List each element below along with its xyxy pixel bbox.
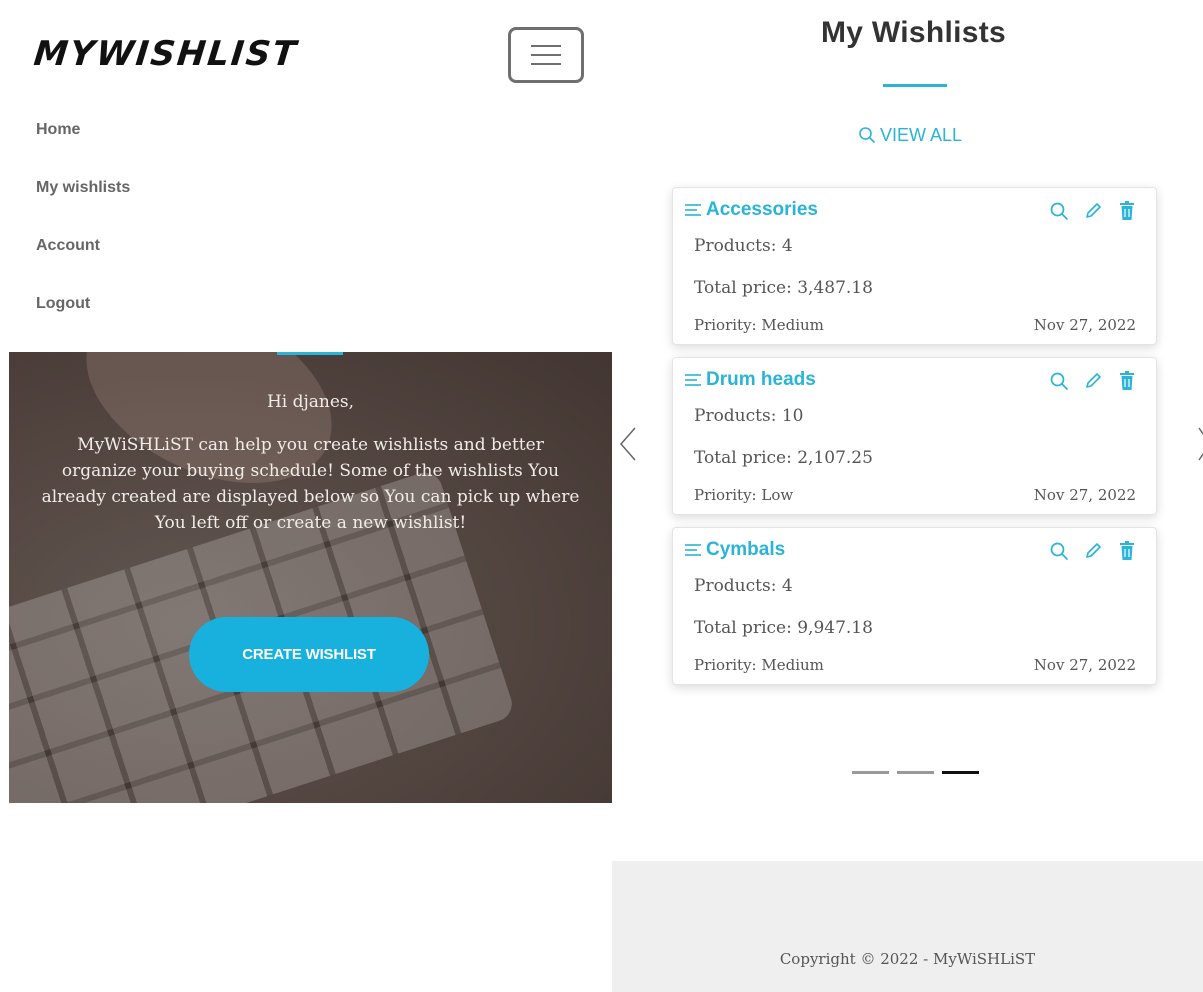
wishlist-priority: Priority: Low xyxy=(694,486,794,504)
delete-wishlist-button[interactable] xyxy=(1116,540,1138,562)
create-wishlist-button[interactable]: CREATE WISHLIST xyxy=(189,617,429,692)
hero-intro-text: MyWiSHLiST can help you create wishlists… xyxy=(41,435,580,533)
wishlist-products-count: Products: 4 xyxy=(694,576,793,596)
wishlist-card: Accessories Products: 4 Total price: 3,4… xyxy=(672,187,1157,345)
title-accent-line xyxy=(883,84,947,87)
brand-logo[interactable]: MYWISHLIST xyxy=(32,34,300,74)
menu-toggle-button[interactable] xyxy=(508,27,584,83)
copyright-text: Copyright © 2022 - MyWiSHLiST xyxy=(779,950,1036,968)
search-icon xyxy=(1050,372,1068,390)
wishlist-card-title[interactable]: Drum heads xyxy=(684,368,816,392)
edit-wishlist-button[interactable] xyxy=(1082,370,1104,392)
carousel-indicators xyxy=(852,771,979,774)
menu-icon xyxy=(531,63,561,65)
wishlist-date: Nov 27, 2022 xyxy=(1033,656,1136,674)
wishlist-card: Drum heads Products: 10 Total price: 2,1… xyxy=(672,357,1157,515)
chevron-left-icon xyxy=(620,427,636,461)
carousel-indicator-3[interactable] xyxy=(942,771,979,774)
search-icon xyxy=(1050,202,1068,220)
wishlist-total-price: Total price: 2,107.25 xyxy=(694,448,873,468)
nav-item-logout[interactable]: Logout xyxy=(36,291,130,349)
chevron-right-icon xyxy=(1197,427,1203,461)
nav-item-my-wishlists[interactable]: My wishlists xyxy=(36,175,130,233)
wishlist-total-price: Total price: 3,487.18 xyxy=(694,278,873,298)
hero-greeting: Hi djanes, xyxy=(266,392,355,412)
hero-accent-line xyxy=(277,352,343,355)
edit-wishlist-button[interactable] xyxy=(1082,540,1104,562)
carousel-indicator-2[interactable] xyxy=(897,771,934,774)
menu-icon xyxy=(531,45,561,47)
wishlist-priority: Priority: Medium xyxy=(694,656,824,674)
wishlist-card: Cymbals Products: 4 Total price: 9,947.1… xyxy=(672,527,1157,685)
edit-wishlist-button[interactable] xyxy=(1082,200,1104,222)
delete-wishlist-button[interactable] xyxy=(1116,370,1138,392)
edit-icon xyxy=(1086,373,1101,388)
wishlist-card-name: Drum heads xyxy=(706,369,816,390)
wishlist-priority: Priority: Medium xyxy=(694,316,824,334)
nav-item-home[interactable]: Home xyxy=(36,117,130,175)
wishlist-date: Nov 27, 2022 xyxy=(1033,486,1136,504)
view-all-link[interactable]: VIEW ALL xyxy=(858,122,962,148)
view-all-label: VIEW ALL xyxy=(880,124,963,145)
wishlist-card-actions xyxy=(1048,370,1138,392)
wishlist-card-name: Accessories xyxy=(706,199,818,220)
footer: Copyright © 2022 - MyWiSHLiST xyxy=(612,861,1203,992)
carousel-indicator-1[interactable] xyxy=(852,771,889,774)
delete-wishlist-button[interactable] xyxy=(1116,200,1138,222)
trash-icon xyxy=(1120,541,1134,560)
list-icon xyxy=(685,544,701,556)
page-title: My Wishlists xyxy=(820,16,1007,49)
wishlist-card-title[interactable]: Accessories xyxy=(684,198,818,222)
main-nav: Home My wishlists Account Logout xyxy=(36,117,130,349)
menu-icon xyxy=(531,54,561,56)
wishlist-date: Nov 27, 2022 xyxy=(1033,316,1136,334)
wishlist-card-name: Cymbals xyxy=(706,539,786,560)
list-icon xyxy=(685,204,701,216)
search-icon xyxy=(859,127,875,143)
edit-icon xyxy=(1086,543,1101,558)
wishlist-card-actions xyxy=(1048,540,1138,562)
trash-icon xyxy=(1120,371,1134,390)
wishlist-card-actions xyxy=(1048,200,1138,222)
trash-icon xyxy=(1120,201,1134,220)
view-wishlist-button[interactable] xyxy=(1048,540,1070,562)
wishlist-total-price: Total price: 9,947.18 xyxy=(694,618,873,638)
list-icon xyxy=(685,374,701,386)
wishlist-products-count: Products: 4 xyxy=(694,236,793,256)
hero-banner: Hi djanes, MyWiSHLiST can help you creat… xyxy=(9,352,612,803)
wishlist-card-title[interactable]: Cymbals xyxy=(684,538,785,562)
carousel-next-button[interactable] xyxy=(1190,422,1203,466)
view-wishlist-button[interactable] xyxy=(1048,370,1070,392)
nav-item-account[interactable]: Account xyxy=(36,233,130,291)
search-icon xyxy=(1050,542,1068,560)
view-wishlist-button[interactable] xyxy=(1048,200,1070,222)
edit-icon xyxy=(1086,203,1101,218)
wishlist-products-count: Products: 10 xyxy=(694,406,804,426)
carousel-prev-button[interactable] xyxy=(615,422,641,466)
